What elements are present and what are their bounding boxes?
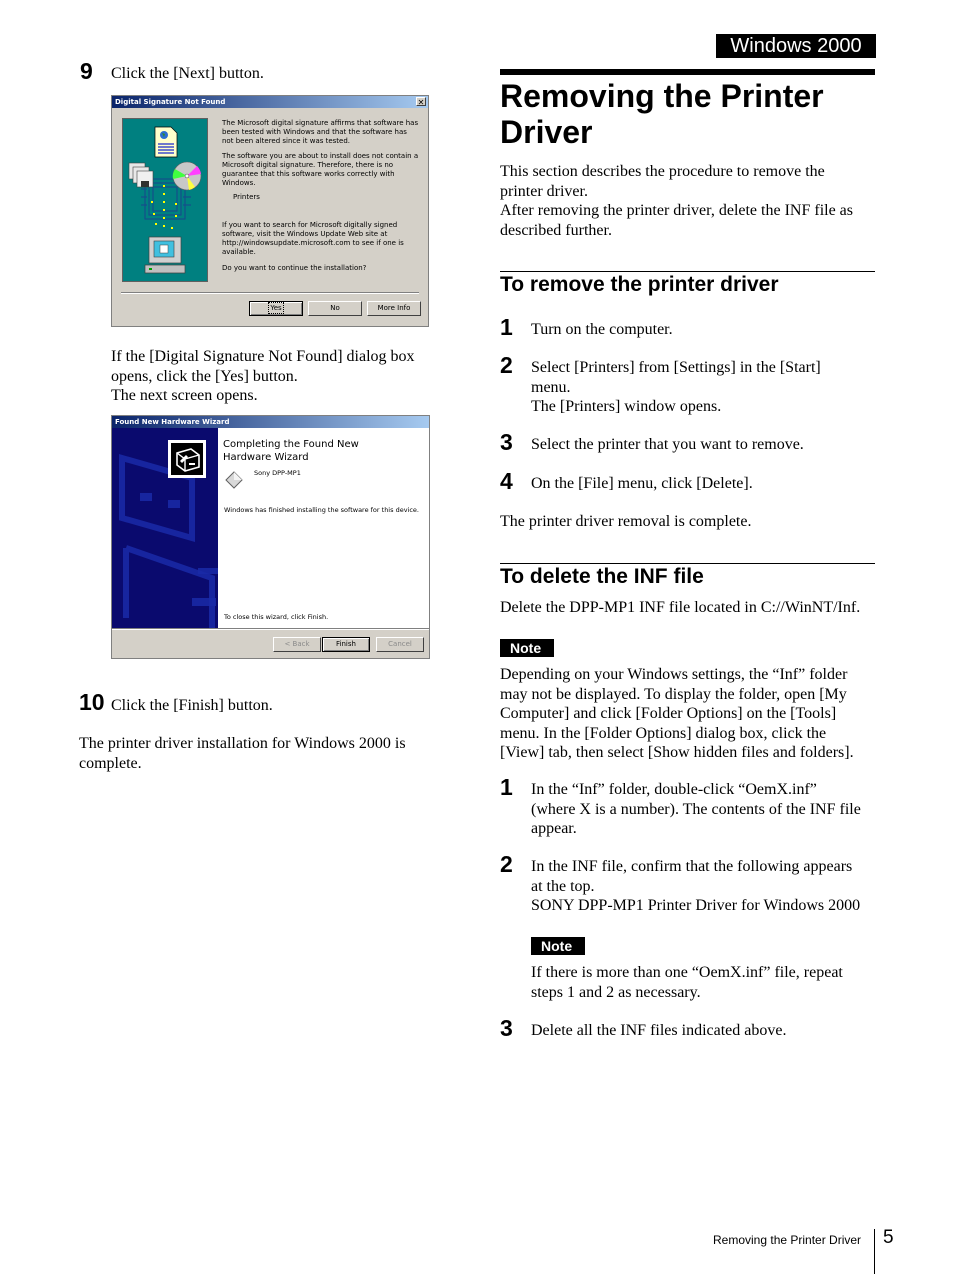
finish-button[interactable]: Finish — [322, 637, 370, 652]
section-rule — [500, 563, 875, 564]
step-line: Delete all the INF files indicated above… — [531, 1022, 787, 1039]
install-illustration — [122, 118, 208, 282]
page-number: 5 — [883, 1227, 894, 1248]
remove-step-4-text: On the [File] menu, click [Delete]. — [531, 474, 753, 494]
step-line: On the [File] menu, click [Delete]. — [531, 475, 753, 492]
back-button[interactable]: < Back — [273, 637, 321, 652]
remove-step-1-number: 1 — [500, 314, 513, 340]
remove-step-4-number: 4 — [500, 468, 513, 494]
dialog-message: The Microsoft digital signature affirms … — [222, 119, 420, 274]
step-line: Turn on the computer. — [531, 321, 673, 338]
instruction-line: The next screen opens. — [111, 387, 258, 404]
dialog-device-name: Printers — [233, 193, 260, 202]
inf-section-heading: To delete the INF file — [500, 565, 704, 588]
inf-step-1-text: In the “Inf” folder, double-click “OemX.… — [531, 780, 861, 839]
wizard-separator — [112, 628, 429, 630]
step-line: Select [Printers] from [Settings] in the… — [531, 359, 821, 376]
close-icon[interactable]: ✕ — [416, 97, 426, 107]
step-10-number: 10 — [79, 689, 105, 715]
remove-step-1-text: Turn on the computer. — [531, 320, 673, 340]
dialog-title: Digital Signature Not Found — [115, 98, 226, 106]
inf-step-3-number: 3 — [500, 1015, 513, 1041]
running-footer-title: Removing the Printer Driver — [713, 1233, 862, 1247]
dialog-question: Do you want to continue the installation… — [222, 264, 367, 273]
inf-intro-text: Delete the DPP-MP1 INF file located in C… — [500, 599, 861, 616]
wizard-title: Found New Hardware Wizard — [115, 418, 230, 426]
step-9-text: Click the [Next] button. — [111, 65, 264, 82]
inf-step-2-number: 2 — [500, 851, 513, 877]
yes-button[interactable]: Yes — [249, 301, 303, 316]
instruction-line: If the [Digital Signature Not Found] dia… — [111, 348, 415, 365]
remove-step-2-number: 2 — [500, 352, 513, 378]
note-badge: Note — [500, 639, 554, 657]
step-line: The [Printers] window opens. — [531, 398, 722, 415]
section-tab-label: Windows 2000 — [730, 35, 862, 57]
more-info-button[interactable]: More Info — [367, 301, 421, 316]
step-9-number: 9 — [80, 58, 93, 84]
wizard-content: Completing the Found New Hardware Wizard… — [218, 428, 429, 628]
step-note-text: If there is more than one “OemX.inf” fil… — [531, 963, 843, 1002]
note-line: steps 1 and 2 as necessary. — [531, 983, 701, 1001]
note-line: Computer] and click [Folder Options] on … — [500, 705, 837, 722]
hardware-wizard-dialog: Found New Hardware Wizard Completing the… — [111, 415, 430, 659]
step-line: SONY DPP-MP1 Printer Driver for Windows … — [531, 897, 861, 914]
digital-signature-dialog: Digital Signature Not Found ✕ The Micros… — [111, 95, 429, 327]
step-line: In the “Inf” folder, double-click “OemX.… — [531, 781, 817, 798]
title-rule — [500, 69, 875, 75]
intro-line: described further. — [500, 221, 612, 239]
removal-complete-text: The printer driver removal is complete. — [500, 513, 752, 530]
section-tab: Windows 2000 — [716, 34, 876, 58]
remove-section-heading: To remove the printer driver — [500, 273, 779, 296]
inf-step-1-number: 1 — [500, 774, 513, 800]
intro-line: After removing the printer driver, delet… — [500, 202, 854, 219]
step-line: Select the printer that you want to remo… — [531, 436, 804, 453]
page-title-line: Removing the Printer — [500, 78, 824, 114]
remove-step-2-text: Select [Printers] from [Settings] in the… — [531, 358, 821, 417]
step-line: appear. — [531, 820, 577, 837]
note-text: Depending on your Windows settings, the … — [500, 665, 854, 763]
page-title-line: Driver — [500, 114, 593, 150]
dialog-paragraph-1: The Microsoft digital signature affirms … — [222, 119, 419, 146]
step-line: at the top. — [531, 877, 595, 895]
section-rule — [500, 271, 875, 272]
dialog-titlebar: Digital Signature Not Found ✕ — [112, 96, 428, 108]
dialog-paragraph-2: The software you are about to install do… — [222, 151, 419, 188]
step-line: (where X is a number). The contents of t… — [531, 800, 861, 818]
note-line: If there is more than one “OemX.inf” fil… — [531, 964, 843, 981]
intro-text: This section describes the procedure to … — [500, 162, 853, 240]
remove-step-3-text: Select the printer that you want to remo… — [531, 435, 804, 455]
footer-divider — [874, 1229, 875, 1274]
dialog-instruction: If the [Digital Signature Not Found] dia… — [111, 347, 415, 406]
intro-line: printer driver. — [500, 182, 588, 200]
dialog-paragraph-3: If you want to search for Microsoft digi… — [222, 220, 404, 257]
wizard-hardware-icon — [168, 440, 206, 478]
note-line: may not be displayed. To display the fol… — [500, 685, 847, 703]
step-line: In the INF file, confirm that the follow… — [531, 858, 853, 875]
note-line: menu. In the [Folder Options] dialog box… — [500, 724, 827, 742]
dialog-separator — [121, 292, 419, 294]
wizard-device-name: Sony DPP-MP1 — [254, 469, 301, 477]
install-illustration-icon — [128, 126, 202, 274]
step-note-badge: Note — [531, 937, 585, 955]
printer-device-icon — [225, 471, 243, 489]
note-line: [View] tab, then select [Show hidden fil… — [500, 744, 854, 761]
wizard-titlebar: Found New Hardware Wizard — [112, 416, 429, 428]
inf-step-2-text: In the INF file, confirm that the follow… — [531, 857, 860, 916]
cancel-button[interactable]: Cancel — [376, 637, 424, 652]
step-10-text: Click the [Finish] button. — [111, 697, 273, 714]
inf-step-3-text: Delete all the INF files indicated above… — [531, 1021, 786, 1041]
remove-step-3-number: 3 — [500, 429, 513, 455]
installation-complete-text: The printer driver installation for Wind… — [79, 735, 406, 772]
intro-line: This section describes the procedure to … — [500, 163, 825, 180]
note-line: Depending on your Windows settings, the … — [500, 666, 848, 683]
wizard-status: Windows has finished installing the soft… — [224, 506, 419, 514]
instruction-line: opens, click the [Yes] button. — [111, 367, 298, 385]
step-line: menu. — [531, 378, 571, 396]
page-title: Removing the Printer Driver — [500, 78, 824, 150]
wizard-side-panel — [112, 428, 218, 628]
no-button[interactable]: No — [308, 301, 362, 316]
wizard-heading: Completing the Found New Hardware Wizard — [223, 439, 359, 463]
wizard-close-hint: To close this wizard, click Finish. — [224, 613, 329, 621]
